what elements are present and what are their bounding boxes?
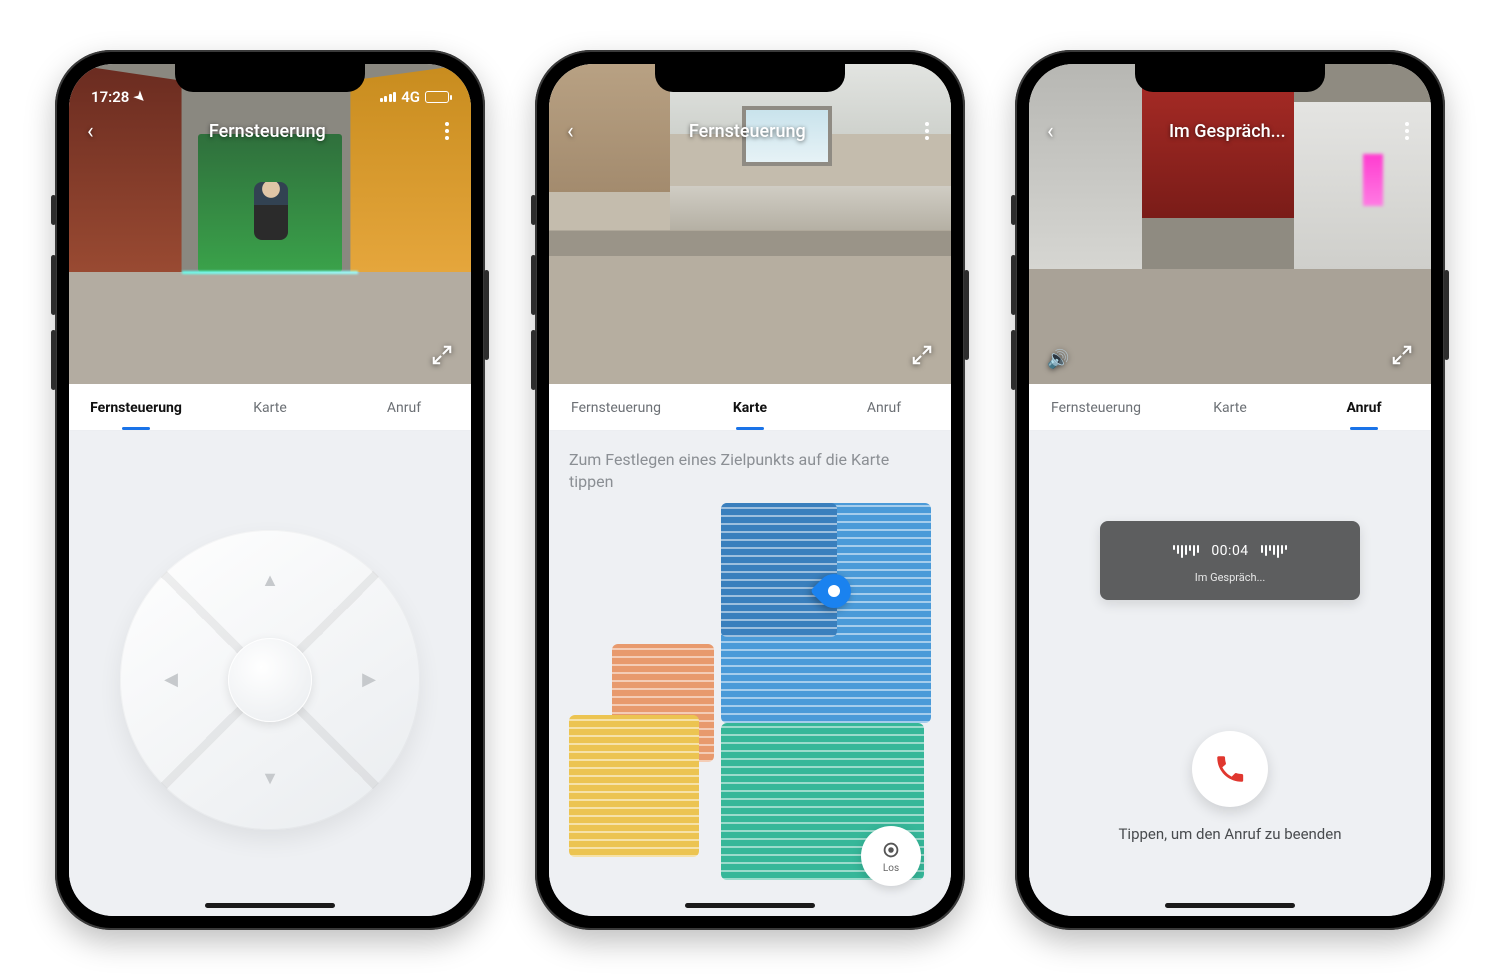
status-time: 17:28 [91, 88, 129, 106]
expand-icon[interactable] [431, 344, 453, 370]
end-call-hint: Tippen, um den Anruf zu beenden [1029, 825, 1431, 843]
dpad-center-button[interactable] [228, 638, 312, 722]
tab-call[interactable]: Anruf [1297, 384, 1431, 430]
map-room-blue2[interactable] [721, 503, 837, 637]
camera-feed: ‹ Fernsteuerung [549, 64, 951, 384]
tab-label: Fernsteuerung [571, 400, 661, 416]
page-title: Fernsteuerung [689, 121, 806, 142]
more-button[interactable] [1401, 116, 1413, 146]
tab-content-call: 00:04 Im Gespräch... Tippen, um den Anru… [1029, 431, 1431, 916]
tab-remote[interactable]: Fernsteuerung [549, 384, 683, 430]
more-button[interactable] [921, 116, 933, 146]
battery-icon [425, 91, 449, 103]
back-button[interactable]: ‹ [87, 119, 94, 144]
dpad-left-button[interactable]: ◀ [120, 605, 222, 755]
tab-bar: Fernsteuerung Karte Anruf [549, 384, 951, 431]
notch [655, 64, 845, 92]
home-indicator[interactable] [205, 903, 335, 908]
call-timer: 00:04 [1211, 543, 1248, 559]
device-frame: ‹ Im Gespräch... 🔊 Fernsteuerung Karte A… [1015, 50, 1445, 930]
tab-content-map: Zum Festlegen eines Zielpunkts auf die K… [549, 431, 951, 916]
tab-bar: Fernsteuerung Karte Anruf [1029, 384, 1431, 431]
home-indicator[interactable] [1165, 903, 1295, 908]
page-title: Fernsteuerung [209, 121, 326, 142]
status-bar: 17:28 ➤ 4G [69, 68, 471, 108]
back-button[interactable]: ‹ [1047, 119, 1054, 144]
status-network: 4G [401, 88, 420, 106]
page-title: Im Gespräch... [1169, 121, 1286, 142]
signal-icon [380, 92, 397, 102]
expand-icon[interactable] [911, 344, 933, 370]
tab-map[interactable]: Karte [683, 384, 817, 430]
tab-label: Fernsteuerung [1051, 400, 1141, 416]
floorplan-map[interactable]: Los [569, 503, 931, 896]
direction-pad: ▲ ▼ ◀ ▶ [120, 530, 420, 830]
camera-feed: ‹ Im Gespräch... 🔊 [1029, 64, 1431, 384]
map-room-yellow[interactable] [569, 715, 699, 856]
phone-icon [1213, 752, 1247, 786]
tab-call[interactable]: Anruf [817, 384, 951, 430]
tab-label: Karte [253, 400, 287, 416]
call-status-card: 00:04 Im Gespräch... [1100, 521, 1360, 600]
tab-map[interactable]: Karte [1163, 384, 1297, 430]
map-go-button[interactable]: Los [861, 826, 921, 886]
tab-label: Fernsteuerung [90, 400, 182, 416]
tab-call[interactable]: Anruf [337, 384, 471, 430]
screenshot-row: 17:28 ➤ 4G ‹ Fernsteuerung [15, 10, 1485, 970]
tab-bar: Fernsteuerung Karte Anruf [69, 384, 471, 431]
camera-feed: ‹ Fernsteuerung [69, 64, 471, 384]
expand-icon[interactable] [1391, 344, 1413, 370]
location-icon: ➤ [131, 88, 149, 106]
device-frame: ‹ Fernsteuerung Fernsteuerung Karte Anru… [535, 50, 965, 930]
tab-label: Karte [1213, 400, 1247, 416]
tab-content-remote: ▲ ▼ ◀ ▶ [69, 431, 471, 916]
back-button[interactable]: ‹ [567, 119, 574, 144]
tab-map[interactable]: Karte [203, 384, 337, 430]
speaker-icon[interactable]: 🔊 [1047, 349, 1069, 370]
device-frame: 17:28 ➤ 4G ‹ Fernsteuerung [55, 50, 485, 930]
home-indicator[interactable] [685, 903, 815, 908]
tab-label: Karte [733, 400, 767, 416]
tab-label: Anruf [1346, 400, 1381, 416]
tab-remote[interactable]: Fernsteuerung [1029, 384, 1163, 430]
more-button[interactable] [441, 116, 453, 146]
end-call-button[interactable] [1192, 731, 1268, 807]
map-go-label: Los [883, 863, 899, 874]
tab-label: Anruf [387, 400, 421, 416]
audio-waveform: 00:04 [1118, 543, 1342, 559]
tab-label: Anruf [867, 400, 901, 416]
map-instruction: Zum Festlegen eines Zielpunkts auf die K… [549, 431, 951, 500]
dpad-right-button[interactable]: ▶ [318, 605, 420, 755]
tab-remote[interactable]: Fernsteuerung [69, 384, 203, 430]
call-status-text: Im Gespräch... [1118, 571, 1342, 584]
notch [1135, 64, 1325, 92]
